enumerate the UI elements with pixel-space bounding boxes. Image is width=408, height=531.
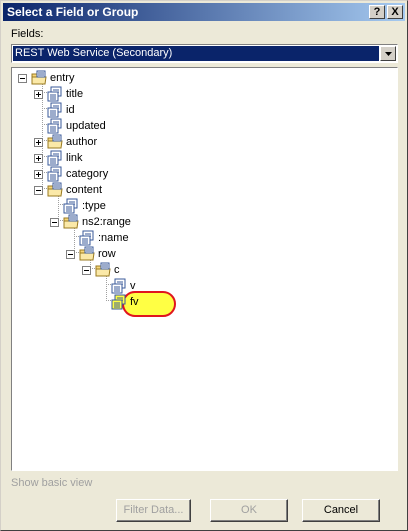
filter-data-button[interactable]: Filter Data... [116, 499, 191, 522]
show-basic-view-link[interactable]: Show basic view [11, 477, 92, 489]
data-source-value: REST Web Service (Secondary) [13, 46, 379, 61]
folder-group-icon [79, 246, 95, 262]
tree-node-label: updated [66, 120, 106, 132]
data-source-select[interactable]: REST Web Service (Secondary) [11, 44, 398, 63]
expand-icon[interactable] [34, 170, 43, 179]
tree-node-id[interactable]: id [12, 102, 392, 118]
tree-node-label: entry [50, 72, 75, 84]
tree-node-label: row [98, 248, 116, 260]
dialog-title: Select a Field or Group [7, 5, 139, 19]
help-button[interactable]: ? [369, 5, 385, 19]
tree-node-name[interactable]: :name [12, 230, 392, 246]
tree-node-c[interactable]: c [12, 262, 392, 278]
collapse-icon[interactable] [66, 250, 75, 259]
expand-icon[interactable] [34, 138, 43, 147]
tree-node-label: fv [130, 296, 139, 308]
collapse-icon[interactable] [18, 74, 27, 83]
tree-node-label: ns2:range [82, 216, 131, 228]
tree-node-link[interactable]: link [12, 150, 392, 166]
tree-node-label: v [130, 280, 136, 292]
tree-node-label: content [66, 184, 103, 196]
cancel-button[interactable]: Cancel [302, 499, 380, 522]
folder-group-icon [47, 182, 63, 198]
collapse-icon[interactable] [50, 218, 59, 227]
tree-node-label: :name [98, 232, 129, 244]
select-field-dialog: Select a Field or Group ? X Fields: REST… [0, 0, 408, 531]
collapse-icon[interactable] [82, 266, 91, 275]
tree-node-label: title [66, 88, 84, 100]
tree-node-fv[interactable]: fv [12, 294, 392, 310]
expand-icon[interactable] [34, 154, 43, 163]
chevron-down-icon [385, 52, 392, 56]
field-icon [47, 166, 63, 182]
tree-node-author[interactable]: author [12, 134, 392, 150]
tree-node-label: author [66, 136, 98, 148]
field-icon [63, 198, 79, 214]
field-icon [47, 118, 63, 134]
field-icon [47, 86, 63, 102]
tree-node-label: id [66, 104, 75, 116]
tree-node-entry[interactable]: entry [12, 70, 392, 86]
tree-node-label: link [66, 152, 83, 164]
collapse-icon[interactable] [34, 186, 43, 195]
ok-button[interactable]: OK [210, 499, 288, 522]
folder-group-icon [95, 262, 111, 278]
tree-node-label: category [66, 168, 109, 180]
field-icon [79, 230, 95, 246]
tree-node-updated[interactable]: updated [12, 118, 392, 134]
field-icon [111, 294, 127, 310]
close-button[interactable]: X [387, 5, 403, 19]
expand-icon[interactable] [34, 90, 43, 99]
field-icon [47, 102, 63, 118]
field-icon [111, 278, 127, 294]
tree-node-ns2-range[interactable]: ns2:range [12, 214, 392, 230]
tree-node-label: c [114, 264, 120, 276]
dropdown-arrow-button[interactable] [380, 46, 396, 61]
tree-node-content[interactable]: content [12, 182, 392, 198]
field-icon [47, 150, 63, 166]
folder-group-icon [63, 214, 79, 230]
field-tree[interactable]: entry title id updated author link category con… [11, 67, 398, 471]
tree-node-title[interactable]: title [12, 86, 392, 102]
folder-group-icon [31, 70, 47, 86]
tree-node-row[interactable]: row [12, 246, 392, 262]
tree-node-type[interactable]: :type [12, 198, 392, 214]
tree-node-label: :type [82, 200, 106, 212]
tree-node-v[interactable]: v [12, 278, 392, 294]
tree-node-category[interactable]: category [12, 166, 392, 182]
title-bar[interactable]: Select a Field or Group ? X [3, 3, 405, 21]
folder-group-icon [47, 134, 63, 150]
fields-label: Fields: [11, 28, 44, 40]
